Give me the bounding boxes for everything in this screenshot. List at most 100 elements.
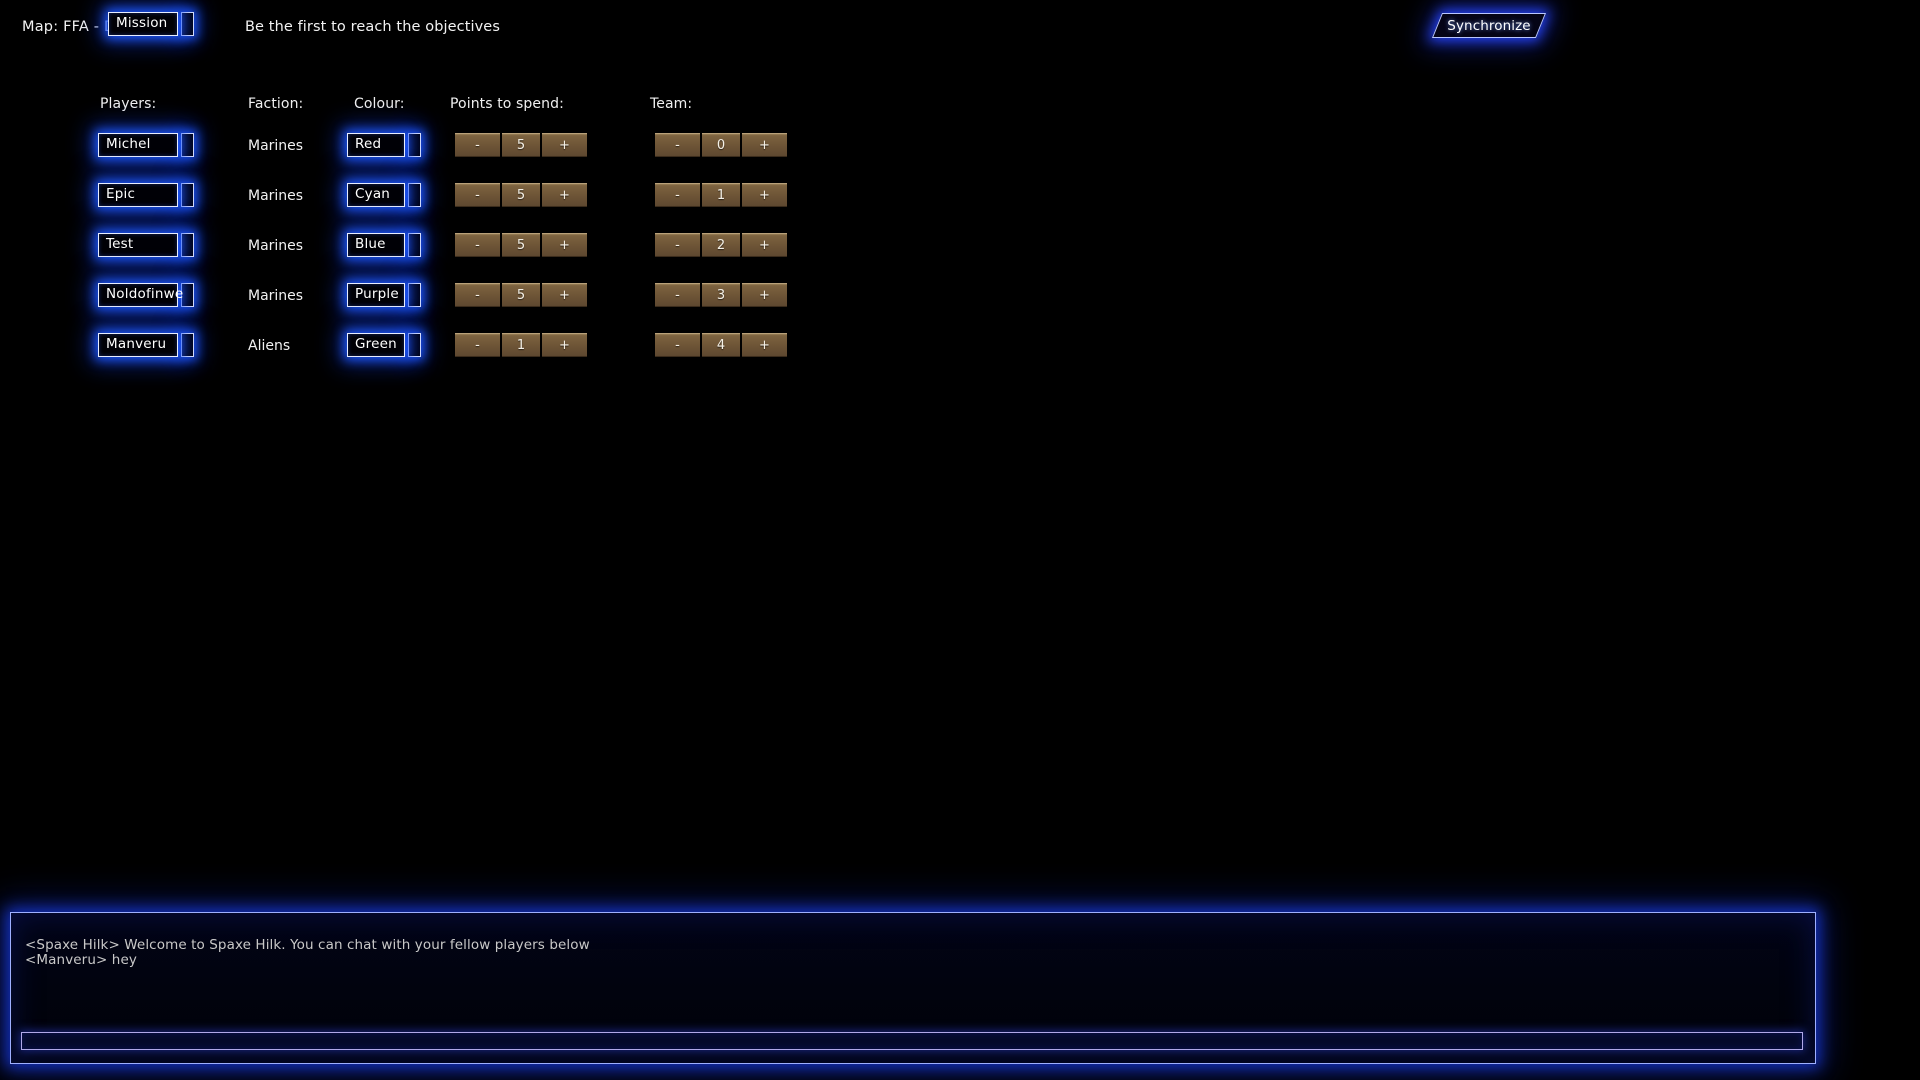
- points-value: 5: [502, 233, 540, 257]
- player-name-field[interactable]: Noldofinwe: [98, 283, 183, 307]
- column-header-points: Points to spend:: [450, 96, 564, 112]
- points-decrement-button[interactable]: -: [455, 283, 500, 307]
- points-increment-button[interactable]: +: [542, 333, 587, 357]
- player-colour-field[interactable]: Blue: [347, 233, 405, 257]
- points-increment-button[interactable]: +: [542, 183, 587, 207]
- player-colour-field[interactable]: Cyan: [347, 183, 405, 207]
- list-item: <Spaxe Hilk> Welcome to Spaxe Hilk. You …: [25, 938, 590, 953]
- table-row: Manveru Aliens Green - 1 + - 4 +: [0, 322, 900, 372]
- points-value: 5: [502, 133, 540, 157]
- team-stepper: - 1 +: [655, 183, 787, 207]
- team-increment-button[interactable]: +: [742, 133, 787, 157]
- table-row: Epic Marines Cyan - 5 + - 1 +: [0, 172, 900, 222]
- chat-panel: <Spaxe Hilk> Welcome to Spaxe Hilk. You …: [10, 912, 1816, 1064]
- points-decrement-button[interactable]: -: [455, 233, 500, 257]
- chevron-down-icon[interactable]: [181, 183, 194, 207]
- team-increment-button[interactable]: +: [742, 183, 787, 207]
- points-increment-button[interactable]: +: [542, 283, 587, 307]
- chevron-down-icon[interactable]: [181, 133, 194, 157]
- chat-input[interactable]: [21, 1032, 1803, 1050]
- player-colour-value: Green: [355, 336, 397, 353]
- points-decrement-button[interactable]: -: [455, 133, 500, 157]
- chevron-down-icon[interactable]: [408, 283, 421, 307]
- chevron-down-icon[interactable]: [408, 233, 421, 257]
- column-header-team: Team:: [650, 96, 693, 112]
- players-table: Players: Faction: Colour: Points to spen…: [0, 96, 900, 372]
- player-name-value: Michel: [106, 136, 151, 153]
- points-stepper: - 1 +: [455, 333, 587, 357]
- points-value: 1: [502, 333, 540, 357]
- team-decrement-button[interactable]: -: [655, 133, 700, 157]
- player-name-dropdown[interactable]: Noldofinwe: [98, 283, 194, 307]
- chevron-down-icon[interactable]: [181, 333, 194, 357]
- player-colour-dropdown[interactable]: Green: [347, 333, 421, 357]
- player-faction-label: Marines: [248, 238, 304, 254]
- chevron-down-icon[interactable]: [408, 183, 421, 207]
- player-colour-dropdown[interactable]: Cyan: [347, 183, 421, 207]
- team-value: 4: [702, 333, 740, 357]
- team-stepper: - 3 +: [655, 283, 787, 307]
- team-increment-button[interactable]: +: [742, 283, 787, 307]
- team-stepper: - 0 +: [655, 133, 787, 157]
- player-faction-label: Marines: [248, 138, 304, 154]
- points-increment-button[interactable]: +: [542, 233, 587, 257]
- player-colour-value: Purple: [355, 286, 399, 303]
- game-lobby-screen: Map: FFA - Deaths Mission Be the first t…: [0, 0, 1920, 1080]
- player-name-field[interactable]: Test: [98, 233, 178, 257]
- player-colour-field[interactable]: Green: [347, 333, 405, 357]
- points-decrement-button[interactable]: -: [455, 183, 500, 207]
- team-stepper: - 4 +: [655, 333, 787, 357]
- player-colour-field[interactable]: Red: [347, 133, 405, 157]
- team-increment-button[interactable]: +: [742, 333, 787, 357]
- table-row: Noldofinwe Marines Purple - 5 + - 3 +: [0, 272, 900, 322]
- synchronize-button-label: Synchronize: [1447, 17, 1531, 34]
- player-colour-dropdown[interactable]: Blue: [347, 233, 421, 257]
- chevron-down-icon[interactable]: [181, 12, 194, 36]
- player-name-field[interactable]: Michel: [98, 133, 178, 157]
- game-mode-dropdown[interactable]: Mission: [108, 12, 194, 36]
- chevron-down-icon[interactable]: [181, 233, 194, 257]
- table-row: Michel Marines Red - 5 + - 0 +: [0, 122, 900, 172]
- game-mode-dropdown-field[interactable]: Mission: [108, 12, 178, 36]
- player-name-value: Epic: [106, 186, 136, 203]
- player-name-value: Test: [106, 236, 134, 253]
- player-name-value: Noldofinwe: [106, 286, 184, 303]
- chat-log[interactable]: <Spaxe Hilk> Welcome to Spaxe Hilk. You …: [25, 938, 1801, 1008]
- top-bar: Map: FFA - Deaths Mission Be the first t…: [0, 0, 1920, 56]
- game-mode-dropdown-value: Mission: [116, 15, 168, 32]
- player-faction-label: Marines: [248, 288, 304, 304]
- objective-tagline: Be the first to reach the objectives: [245, 19, 500, 35]
- team-decrement-button[interactable]: -: [655, 333, 700, 357]
- column-header-players: Players:: [100, 96, 157, 112]
- points-decrement-button[interactable]: -: [455, 333, 500, 357]
- points-stepper: - 5 +: [455, 233, 587, 257]
- player-colour-dropdown[interactable]: Red: [347, 133, 421, 157]
- team-decrement-button[interactable]: -: [655, 283, 700, 307]
- player-name-field[interactable]: Manveru: [98, 333, 178, 357]
- team-value: 1: [702, 183, 740, 207]
- chevron-down-icon[interactable]: [408, 333, 421, 357]
- players-table-header-row: Players: Faction: Colour: Points to spen…: [0, 96, 900, 122]
- points-value: 5: [502, 183, 540, 207]
- player-name-dropdown[interactable]: Manveru: [98, 333, 194, 357]
- team-value: 2: [702, 233, 740, 257]
- team-stepper: - 2 +: [655, 233, 787, 257]
- points-increment-button[interactable]: +: [542, 133, 587, 157]
- points-value: 5: [502, 283, 540, 307]
- player-colour-field[interactable]: Purple: [347, 283, 405, 307]
- player-colour-dropdown[interactable]: Purple: [347, 283, 421, 307]
- player-name-field[interactable]: Epic: [98, 183, 178, 207]
- list-item: <Manveru> hey: [25, 952, 137, 968]
- player-name-dropdown[interactable]: Michel: [98, 133, 194, 157]
- table-row: Test Marines Blue - 5 + - 2 +: [0, 222, 900, 272]
- player-name-dropdown[interactable]: Epic: [98, 183, 194, 207]
- team-decrement-button[interactable]: -: [655, 233, 700, 257]
- team-decrement-button[interactable]: -: [655, 183, 700, 207]
- chevron-down-icon[interactable]: [408, 133, 421, 157]
- points-stepper: - 5 +: [455, 283, 587, 307]
- synchronize-button[interactable]: Synchronize: [1431, 13, 1547, 38]
- team-increment-button[interactable]: +: [742, 233, 787, 257]
- player-name-dropdown[interactable]: Test: [98, 233, 194, 257]
- player-faction-label: Aliens: [248, 338, 291, 354]
- player-colour-value: Blue: [355, 236, 386, 253]
